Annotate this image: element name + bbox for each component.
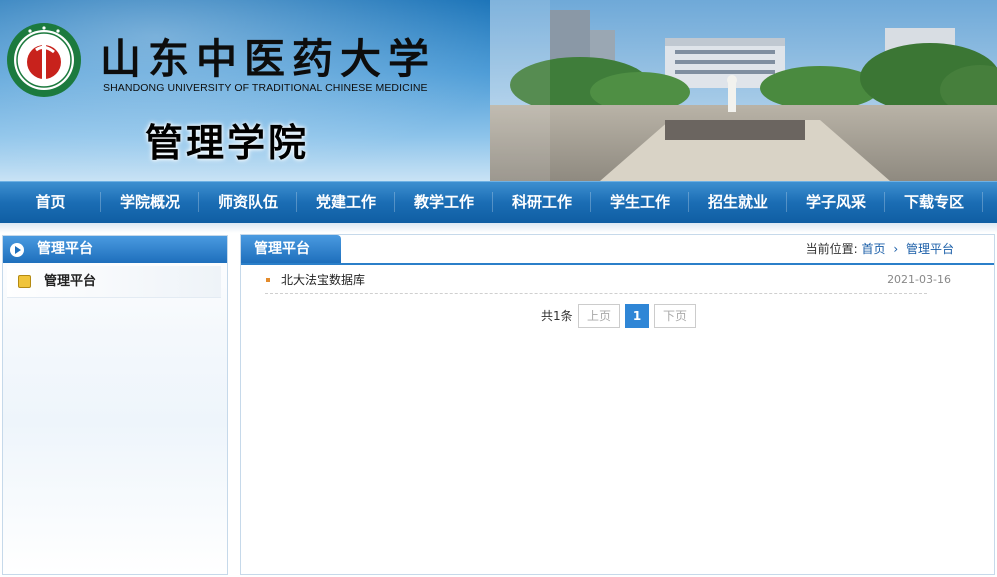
nav-item-faculty[interactable]: 师资队伍 [199,182,297,223]
nav-item-home[interactable]: 首页 [0,182,101,223]
nav-item-downloads[interactable]: 下载专区 [885,182,983,223]
breadcrumb: 当前位置: 首页 › 管理平台 [806,235,954,263]
sidebar: 管理平台 管理平台 [2,235,228,575]
breadcrumb-prefix: 当前位置: [805,242,858,256]
prev-page-button[interactable]: 上页 [578,304,620,328]
nav-item-showcase[interactable]: 学子风采 [787,182,885,223]
folder-bullet-icon [18,275,31,288]
university-seal-icon[interactable] [6,22,82,98]
next-page-button[interactable]: 下页 [654,304,696,328]
nav-item-admissions[interactable]: 招生就业 [689,182,787,223]
nav-item-about[interactable]: 学院概况 [101,182,199,223]
nav-item-teaching[interactable]: 教学工作 [395,182,493,223]
list-bullet-icon [266,278,270,282]
university-name-en: SHANDONG UNIVERSITY OF TRADITIONAL CHINE… [103,82,428,94]
list-item-date: 2021-03-16 [887,273,951,286]
breadcrumb-current-link[interactable]: 管理平台 [906,242,954,256]
sidebar-item-label: 管理平台 [44,274,97,289]
play-arrow-icon [10,243,24,257]
pagination-total: 共1条 [541,309,573,323]
nav-shadow [0,223,997,233]
main-nav: 首页 学院概况 师资队伍 党建工作 教学工作 科研工作 学生工作 招生就业 学子… [0,181,997,223]
sidebar-item-management-platform[interactable]: 管理平台 [7,266,221,298]
page-number-button[interactable]: 1 [625,304,649,328]
sidebar-title: 管理平台 [37,241,93,257]
list-item-title[interactable]: 北大法宝数据库 [281,268,365,292]
nav-item-research[interactable]: 科研工作 [493,182,591,223]
breadcrumb-home-link[interactable]: 首页 [862,242,886,256]
list-item[interactable]: 北大法宝数据库 2021-03-16 [265,268,951,294]
chevron-right-icon: › [893,242,899,256]
main-content: 管理平台 当前位置: 首页 › 管理平台 北大法宝数据库 2021-03-16 … [240,234,995,575]
university-name-cn: 山东中医药大学 [100,35,436,83]
sidebar-header: 管理平台 [3,236,227,263]
content-header: 管理平台 当前位置: 首页 › 管理平台 [241,235,994,265]
school-name: 管理学院 [145,121,310,165]
content-tab-title: 管理平台 [241,235,341,263]
nav-item-party[interactable]: 党建工作 [297,182,395,223]
campus-photo [490,0,997,181]
nav-item-students[interactable]: 学生工作 [591,182,689,223]
site-header: 山东中医药大学 SHANDONG UNIVERSITY OF TRADITION… [0,0,997,181]
